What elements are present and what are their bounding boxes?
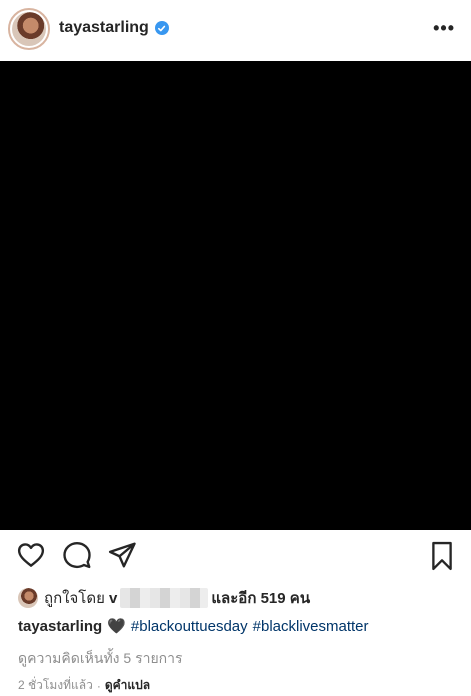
post-caption: tayastarling 🖤 #blackouttuesday #blackli… xyxy=(18,617,369,636)
likes-suffix: และอีก xyxy=(211,590,257,607)
post-username[interactable]: tayastarling xyxy=(59,19,149,37)
likes-summary: ถูกใจโดย v และอีก 519 คน xyxy=(18,587,310,609)
likes-count[interactable]: 519 xyxy=(261,590,286,607)
paper-plane-icon[interactable] xyxy=(107,540,137,575)
avatar-image xyxy=(12,12,46,46)
black-heart-emoji: 🖤 xyxy=(107,618,126,635)
hashtag-blacklivesmatter[interactable]: #blacklivesmatter xyxy=(253,618,369,635)
post-timestamp: 2 ชั่วโมงที่แล้ว xyxy=(18,678,93,692)
liker-name-initial[interactable]: v xyxy=(109,590,117,607)
action-bar xyxy=(0,540,471,576)
verified-badge-icon xyxy=(154,21,169,35)
comment-bubble-icon[interactable] xyxy=(62,540,92,575)
meta-separator: · xyxy=(96,678,101,693)
post-username-row: tayastarling xyxy=(59,19,169,37)
caption-username[interactable]: tayastarling xyxy=(18,618,102,635)
likes-prefix: ถูกใจโดย xyxy=(44,590,105,607)
view-all-comments-link[interactable]: ดูความคิดเห็นทั้ง 5 รายการ xyxy=(18,648,183,670)
post-meta: 2 ชั่วโมงที่แล้ว · ดูคำแปล xyxy=(18,676,150,695)
heart-outline-icon[interactable] xyxy=(16,540,46,575)
liker-avatar[interactable] xyxy=(18,588,38,608)
likes-unit: คน xyxy=(289,590,311,607)
blurred-username xyxy=(120,588,209,608)
see-translation-link[interactable]: ดูคำแปล xyxy=(105,676,150,695)
bookmark-icon[interactable] xyxy=(427,540,457,577)
hashtag-blackouttuesday[interactable]: #blackouttuesday xyxy=(131,618,248,635)
post-photo[interactable] xyxy=(0,61,471,530)
more-options-icon[interactable]: ••• xyxy=(433,18,455,39)
post-header: tayastarling ••• xyxy=(0,0,471,60)
avatar[interactable] xyxy=(8,8,50,50)
